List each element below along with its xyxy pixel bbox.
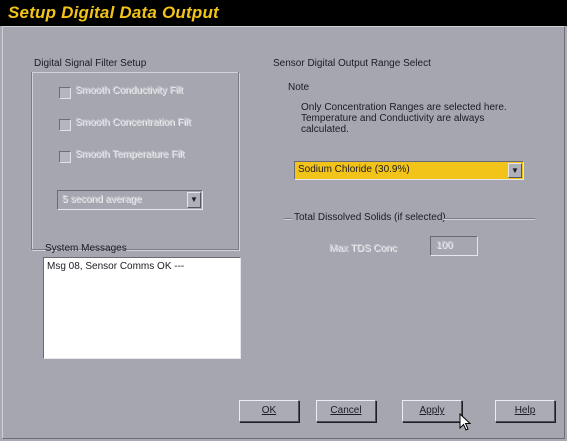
messages-label: System Messages — [45, 243, 127, 254]
note-text: Only Concentration Ranges are selected h… — [301, 102, 507, 135]
checkbox-smooth-temperature-label: Smooth Temperature Filt — [75, 149, 185, 160]
tds-value-field[interactable]: 100 — [430, 236, 478, 256]
checkbox-smooth-conductivity[interactable] — [59, 87, 71, 99]
apply-button[interactable]: Apply — [402, 400, 462, 422]
chevron-down-icon[interactable]: ▼ — [187, 192, 201, 208]
tds-value: 100 — [436, 240, 453, 251]
ok-button-label: OK — [261, 405, 277, 416]
cancel-button-label: Cancel — [330, 405, 362, 416]
mouse-cursor-icon — [459, 413, 472, 431]
apply-button-label: Apply — [419, 405, 445, 416]
messages-list[interactable]: Msg 08, Sensor Comms OK --- — [43, 257, 241, 359]
note-label: Note — [288, 82, 310, 93]
cancel-button[interactable]: Cancel — [316, 400, 376, 422]
filter-group-legend: Digital Signal Filter Setup — [34, 58, 147, 69]
tds-field-label: Max TDS Conc — [329, 243, 397, 254]
message-line: Msg 08, Sensor Comms OK --- — [47, 261, 185, 272]
filter-average-select[interactable]: 5 second average ▼ — [57, 190, 203, 210]
checkbox-smooth-concentration-label: Smooth Concentration Filt — [75, 117, 191, 128]
checkbox-smooth-concentration[interactable] — [59, 119, 71, 131]
ok-button[interactable]: OK — [239, 400, 299, 422]
window-title: Setup Digital Data Output — [0, 0, 567, 26]
help-button[interactable]: Help — [495, 400, 555, 422]
checkbox-smooth-conductivity-label: Smooth Conductivity Filt — [75, 85, 183, 96]
help-button-label: Help — [514, 405, 536, 416]
chevron-down-icon[interactable]: ▼ — [508, 163, 522, 178]
checkbox-smooth-temperature[interactable] — [59, 151, 71, 163]
concentration-range-value: Sodium Chloride (30.9%) — [298, 164, 410, 175]
dialog-panel: Digital Signal Filter Setup Smooth Condu… — [2, 26, 565, 439]
filter-average-value: 5 second average — [62, 194, 142, 205]
tds-group-legend: Total Dissolved Solids (if selected) — [294, 212, 446, 223]
range-select-heading: Sensor Digital Output Range Select — [273, 58, 431, 69]
concentration-range-dropdown[interactable]: Sodium Chloride (30.9%) ▼ — [294, 161, 524, 180]
